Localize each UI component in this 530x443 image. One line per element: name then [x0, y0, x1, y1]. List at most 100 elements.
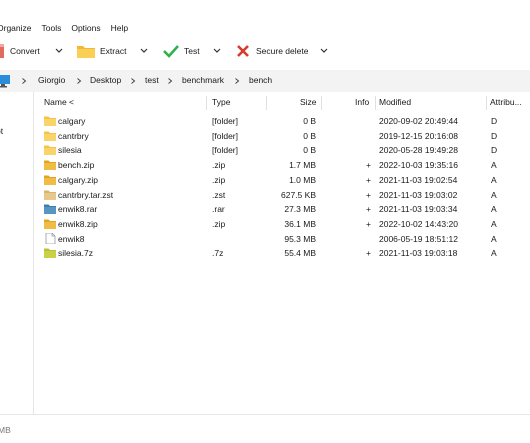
extract-button[interactable]: Extract — [77, 38, 126, 64]
convert-icon — [0, 44, 4, 58]
file-row[interactable]: silesia [folder] 0 B 2020-05-28 19:49:28 D — [40, 143, 530, 158]
window-top-edge — [0, 0, 530, 9]
file-size: 36.1 MB — [284, 218, 316, 229]
convert-button[interactable]: Convert — [0, 38, 40, 64]
file-name: enwik8.rar — [58, 204, 98, 215]
file-info: + — [366, 189, 371, 200]
address-bar: Giorgio Desktop test benchmark bench — [0, 70, 530, 92]
file-modified: 2022-10-02 14:43:20 — [379, 218, 458, 229]
folder-icon — [44, 131, 56, 141]
file-modified: 2021-11-03 19:02:54 — [379, 174, 458, 185]
zip-archive-icon — [44, 160, 56, 171]
breadcrumb-chevron-icon — [235, 78, 240, 84]
file-name: calgary.zip — [58, 174, 98, 185]
file-row[interactable]: cantrbry [folder] 0 B 2019-12-15 20:16:08 D — [40, 129, 530, 144]
menu-organize[interactable]: Organize — [0, 23, 32, 33]
navigation-pane: pt — [0, 92, 34, 414]
menu-tools[interactable]: Tools — [42, 23, 62, 33]
column-divider[interactable] — [266, 96, 267, 110]
breadcrumb-giorgio[interactable]: Giorgio — [38, 75, 65, 85]
computer-icon[interactable] — [0, 74, 12, 88]
file-attributes: D — [491, 116, 498, 126]
menu-options[interactable]: Options — [71, 23, 100, 33]
file-modified: 2021-11-03 19:03:18 — [379, 248, 458, 259]
file-row[interactable]: cantrbry.tar.zst .zst 627.5 KB +2021-11-03 … — [40, 188, 530, 203]
convert-dropdown-icon[interactable] — [54, 46, 64, 56]
file-size: 0 B — [303, 145, 316, 156]
file-type: .zst — [212, 189, 226, 200]
file-row[interactable]: enwik8.rar .rar 27.3 MB +2021-11-03 19:03:3… — [40, 202, 530, 217]
file-modified: 2021-11-03 19:03:02 — [379, 189, 458, 200]
file-modified: 2020-05-28 19:49:28 — [379, 145, 458, 156]
breadcrumb-test[interactable]: test — [145, 75, 159, 85]
column-header-modified[interactable]: Modified — [379, 97, 411, 107]
secure-delete-dropdown-icon[interactable] — [319, 46, 329, 56]
file-modified: 2021-11-03 19:03:34 — [379, 204, 458, 215]
zip-archive-icon — [44, 219, 56, 229]
folder-icon — [44, 116, 56, 126]
file-size: 1.0 MB — [289, 174, 316, 185]
column-divider[interactable] — [486, 96, 487, 110]
file-attributes: A — [491, 160, 497, 171]
file-attributes: A — [491, 248, 497, 259]
file-name: bench.zip — [58, 160, 95, 171]
file-size: 0 B — [303, 130, 316, 141]
file-name: enwik8.zip — [58, 218, 98, 229]
extract-label: Extract — [100, 46, 127, 56]
secure-delete-label: Secure delete — [256, 46, 309, 56]
file-info: + — [366, 174, 371, 185]
status-text: MB — [0, 425, 11, 435]
column-header-info[interactable]: Info — [355, 97, 369, 107]
checkmark-icon — [163, 45, 179, 58]
test-button[interactable]: Test — [163, 38, 200, 64]
file-size: 55.4 MB — [284, 248, 316, 259]
file-modified: 2006-05-19 18:51:12 — [379, 233, 458, 244]
breadcrumb-benchmark[interactable]: benchmark — [182, 75, 224, 85]
file-attributes: A — [491, 233, 497, 244]
secure-delete-button[interactable]: Secure delete — [236, 38, 308, 64]
file-modified: 2022-10-03 19:35:16 — [379, 160, 458, 171]
breadcrumb-bench[interactable]: bench — [249, 75, 272, 85]
file-row[interactable]: calgary.zip .zip 1.0 MB +2021-11-03 19:02:5… — [40, 173, 530, 188]
file-type: .7z — [212, 248, 224, 259]
file-attributes: A — [491, 218, 497, 229]
nav-item-label[interactable]: pt — [0, 126, 3, 136]
file-name: silesia — [58, 145, 82, 156]
file-size: 95.3 MB — [284, 233, 316, 244]
file-type: .zip — [212, 160, 226, 171]
file-type: [folder] — [212, 116, 238, 126]
breadcrumb-chevron-icon — [77, 78, 82, 84]
column-header-name[interactable]: Name < — [44, 97, 74, 107]
column-header-size[interactable]: Size — [300, 97, 317, 107]
test-label: Test — [184, 46, 200, 56]
column-divider[interactable] — [375, 96, 376, 110]
file-row[interactable]: enwik8 95.3 MB 2006-05-19 18:51:12 A — [40, 232, 530, 247]
breadcrumb-chevron-icon — [22, 78, 27, 84]
column-divider[interactable] — [321, 96, 322, 110]
extract-dropdown-icon[interactable] — [139, 46, 149, 56]
file-row[interactable]: calgary [folder] 0 B 2020-09-02 20:49:44 D — [40, 114, 530, 129]
file-row[interactable]: bench.zip .zip 1.7 MB +2022-10-03 19:35:16 A — [40, 158, 530, 173]
breadcrumb-desktop[interactable]: Desktop — [90, 75, 121, 85]
menu-help[interactable]: Help — [111, 23, 128, 33]
column-header-type[interactable]: Type — [212, 97, 230, 107]
file-modified: 2019-12-15 20:16:08 — [379, 130, 458, 141]
delete-x-icon — [237, 45, 249, 57]
test-dropdown-icon[interactable] — [212, 46, 222, 56]
column-header-attributes[interactable]: Attribu... — [490, 97, 522, 107]
file-info: + — [366, 160, 371, 171]
file-type: [folder] — [212, 145, 238, 156]
file-name: calgary — [58, 116, 86, 126]
file-size: 627.5 KB — [281, 189, 316, 200]
file-info: + — [366, 248, 371, 259]
7z-archive-icon — [44, 248, 56, 259]
file-row[interactable]: enwik8.zip .zip 36.1 MB +2022-10-02 14:43:2… — [40, 217, 530, 232]
breadcrumb-chevron-icon — [168, 78, 173, 84]
file-row[interactable]: silesia.7z .7z 55.4 MB +2021-11-03 19:03:18… — [40, 246, 530, 261]
file-type: .rar — [212, 204, 225, 215]
status-bar: MB — [0, 414, 530, 443]
file-name: cantrbry — [58, 130, 89, 141]
folder-icon — [44, 145, 56, 156]
file-name: enwik8 — [58, 233, 85, 244]
column-divider[interactable] — [206, 96, 207, 110]
